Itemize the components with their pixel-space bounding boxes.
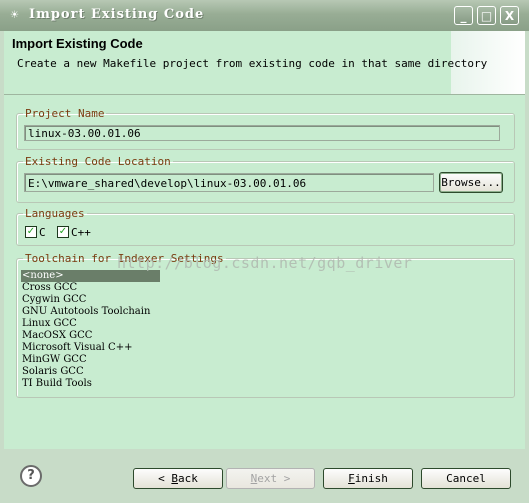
page-description: Create a new Makefile project from exist… bbox=[17, 57, 488, 70]
next-button[interactable]: Next > bbox=[226, 468, 315, 489]
back-button[interactable]: < Back bbox=[133, 468, 223, 489]
back-mnemonic: B bbox=[171, 472, 178, 485]
toolchain-item[interactable]: Cygwin GCC bbox=[21, 294, 160, 306]
next-label: ext > bbox=[257, 472, 291, 485]
back-label: ack bbox=[178, 472, 198, 485]
toolchain-item[interactable]: Microsoft Visual C++ bbox=[21, 342, 160, 354]
toolchain-item[interactable]: Cross GCC bbox=[21, 282, 160, 294]
toolchain-item[interactable]: Solaris GCC bbox=[21, 366, 160, 378]
toolchain-item[interactable]: GNU Autotools Toolchain bbox=[21, 306, 160, 318]
wizard-header: Import Existing Code Create a new Makefi… bbox=[4, 31, 525, 95]
window-title: Import Existing Code bbox=[29, 7, 205, 22]
back-arrow-icon: < bbox=[158, 472, 172, 485]
toolchain-list[interactable]: <none> Cross GCC Cygwin GCC GNU Autotool… bbox=[21, 270, 160, 390]
c-checkbox-label: C bbox=[39, 226, 46, 239]
code-location-legend: Existing Code Location bbox=[25, 155, 171, 168]
close-button[interactable]: X bbox=[500, 6, 519, 25]
title-bar[interactable]: ☀ Import Existing Code _ □ X bbox=[0, 0, 529, 31]
toolchain-item[interactable]: TI Build Tools bbox=[21, 378, 160, 390]
code-location-input[interactable]: E:\vmware_shared\develop\linux-03.00.01.… bbox=[24, 173, 434, 192]
page-title: Import Existing Code bbox=[12, 36, 143, 51]
project-name-input[interactable]: linux-03.00.01.06 bbox=[24, 125, 500, 141]
cpp-checkbox-label: C++ bbox=[71, 226, 91, 239]
browse-button[interactable]: Browse... bbox=[439, 172, 503, 193]
maximize-button[interactable]: □ bbox=[477, 6, 496, 25]
finish-button[interactable]: Finish bbox=[323, 468, 413, 489]
toolchain-item[interactable]: MacOSX GCC bbox=[21, 330, 160, 342]
languages-legend: Languages bbox=[25, 207, 85, 220]
c-checkbox[interactable]: ✓ bbox=[25, 226, 37, 238]
project-name-legend: Project Name bbox=[25, 107, 105, 120]
finish-label: inish bbox=[354, 472, 388, 485]
eclipse-icon: ☀ bbox=[10, 8, 19, 23]
toolchain-item[interactable]: Linux GCC bbox=[21, 318, 160, 330]
dialog-window: ☀ Import Existing Code _ □ X Import Exis… bbox=[0, 0, 529, 503]
cpp-checkbox[interactable]: ✓ bbox=[57, 226, 69, 238]
cancel-button[interactable]: Cancel bbox=[421, 468, 511, 489]
watermark-text: http://blog.csdn.net/gqb_driver bbox=[117, 254, 413, 272]
finish-mnemonic: F bbox=[348, 472, 355, 485]
help-icon[interactable]: ? bbox=[20, 465, 42, 487]
minimize-button[interactable]: _ bbox=[454, 6, 473, 25]
toolchain-item[interactable]: MinGW GCC bbox=[21, 354, 160, 366]
